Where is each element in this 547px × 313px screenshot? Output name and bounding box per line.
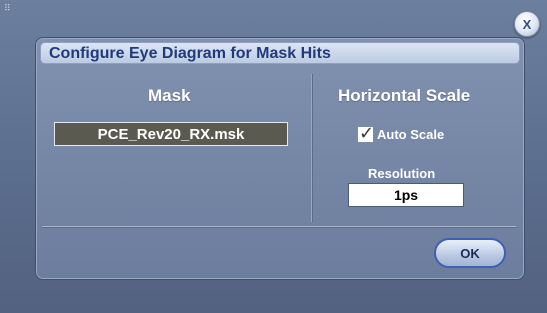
auto-scale-checkbox[interactable]: ✓ [357, 122, 375, 143]
configure-eye-diagram-dialog: Configure Eye Diagram for Mask Hits Mask… [35, 37, 525, 280]
dialog-title: Configure Eye Diagram for Mask Hits [49, 45, 331, 62]
corner-grip-icon: ⠿ [4, 3, 12, 13]
horizontal-scale-heading: Horizontal Scale [338, 86, 471, 105]
vertical-divider [311, 74, 312, 222]
checkmark-icon: ✓ [359, 122, 375, 143]
dialog-title-bar: Configure Eye Diagram for Mask Hits [40, 42, 520, 64]
ok-button[interactable]: OK [434, 238, 506, 268]
horizontal-divider [42, 226, 516, 227]
close-button[interactable]: X [514, 11, 540, 37]
resolution-field[interactable]: 1ps [348, 183, 464, 207]
mask-heading: Mask [148, 86, 191, 105]
auto-scale-checkbox-group[interactable]: ✓ Auto Scale [357, 122, 445, 144]
mask-file-field[interactable]: PCE_Rev20_RX.msk [54, 122, 288, 146]
auto-scale-label: Auto Scale [377, 126, 445, 142]
resolution-label: Resolution [368, 166, 436, 181]
